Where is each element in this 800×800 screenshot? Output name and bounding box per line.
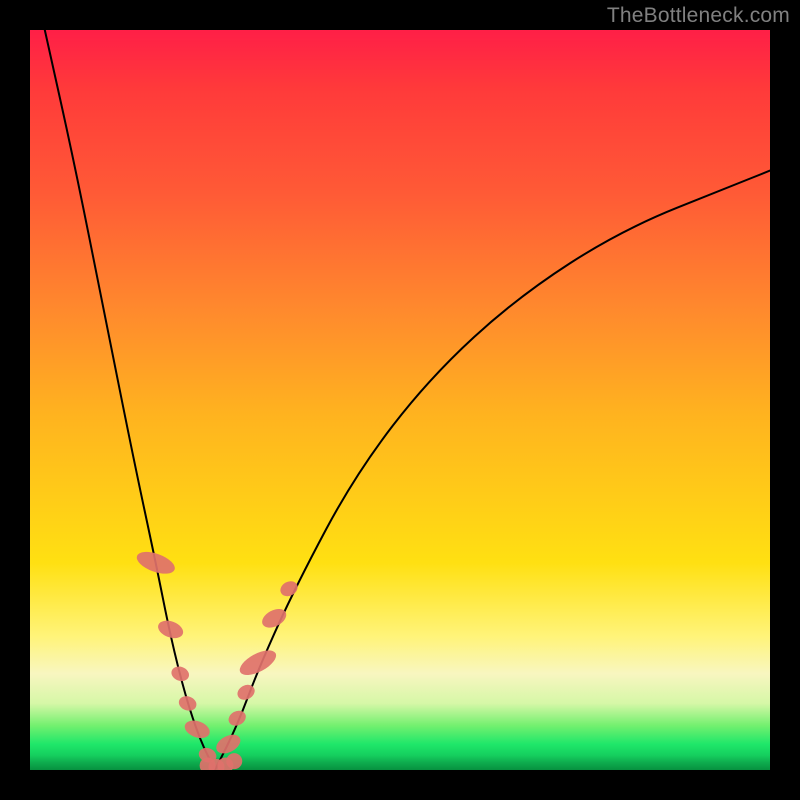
bead <box>235 682 257 703</box>
bead <box>177 694 199 713</box>
bead <box>169 664 191 683</box>
plot-area <box>30 30 770 770</box>
curve-right-arm <box>215 171 770 770</box>
bottleneck-curve <box>30 30 770 770</box>
bead <box>278 578 300 599</box>
bead <box>134 548 178 579</box>
bead <box>213 731 243 757</box>
curve-left-arm <box>45 30 215 770</box>
watermark-text: TheBottleneck.com <box>607 4 790 28</box>
bead <box>236 645 280 680</box>
bead <box>226 708 248 729</box>
bead <box>226 753 242 769</box>
bead <box>182 717 212 741</box>
chart-frame: TheBottleneck.com <box>0 0 800 800</box>
